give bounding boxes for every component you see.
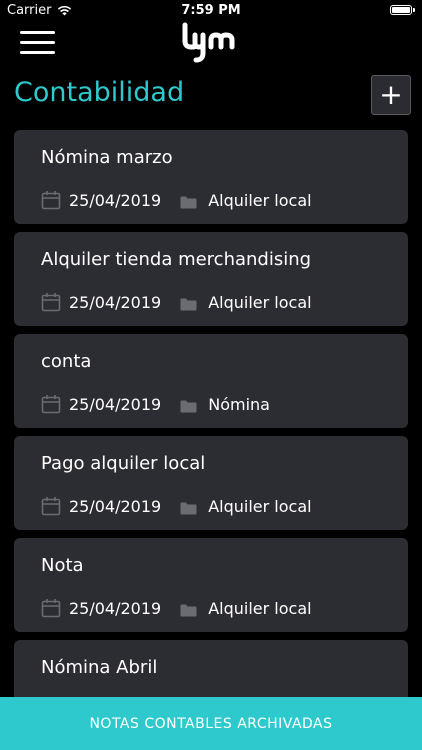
archived-notes-button[interactable]: NOTAS CONTABLES ARCHIVADAS: [0, 697, 422, 750]
menu-line: [20, 51, 55, 54]
note-meta: 25/04/2019 Alquiler local: [41, 190, 312, 210]
note-category: Alquiler local: [208, 292, 312, 312]
note-title: Nómina Abril: [41, 657, 158, 678]
note-title: Nota: [41, 555, 84, 576]
note-title: Nómina marzo: [41, 147, 173, 168]
calendar-icon: [41, 190, 61, 210]
calendar-icon: [41, 598, 61, 618]
folder-icon: [180, 194, 197, 208]
folder-icon: [180, 296, 197, 310]
note-card[interactable]: Nómina marzo 25/04/2019 Alquiler local: [14, 130, 408, 224]
menu-line: [20, 31, 55, 34]
note-card[interactable]: conta 25/04/2019 Nómina: [14, 334, 408, 428]
battery-icon: [390, 5, 415, 15]
note-date: 25/04/2019: [69, 292, 162, 312]
calendar-icon: [41, 496, 61, 516]
folder-icon: [180, 398, 197, 412]
note-category: Alquiler local: [208, 190, 312, 210]
note-category: Alquiler local: [208, 496, 312, 516]
note-meta: 25/04/2019 Nómina: [41, 394, 270, 414]
note-category: Nómina: [208, 394, 270, 414]
add-note-button[interactable]: +: [371, 75, 411, 115]
folder-icon: [180, 500, 197, 514]
note-category: Alquiler local: [208, 598, 312, 618]
lym-logo: lym: [182, 22, 235, 63]
note-date: 25/04/2019: [69, 394, 162, 414]
note-date: 25/04/2019: [69, 496, 162, 516]
note-meta: 25/04/2019 Alquiler local: [41, 496, 312, 516]
notes-list: Nómina marzo 25/04/2019 Alquiler local Alqu…: [14, 130, 408, 742]
note-date: 25/04/2019: [69, 598, 162, 618]
calendar-icon: [41, 394, 61, 414]
hamburger-menu-icon[interactable]: [20, 31, 55, 55]
status-time: 7:59 PM: [181, 3, 241, 18]
page-title: Contabilidad: [14, 77, 185, 108]
archived-notes-label: NOTAS CONTABLES ARCHIVADAS: [89, 715, 333, 732]
note-title: Pago alquiler local: [41, 453, 206, 474]
note-meta: 25/04/2019 Alquiler local: [41, 292, 312, 312]
note-meta: 25/04/2019 Alquiler local: [41, 598, 312, 618]
battery-level: [392, 7, 410, 13]
note-card[interactable]: Alquiler tienda merchandising 25/04/2019 A…: [14, 232, 408, 326]
menu-line: [20, 41, 55, 44]
folder-icon: [180, 602, 197, 616]
status-bar: Carrier 7:59 PM: [0, 0, 422, 22]
note-title: conta: [41, 351, 92, 372]
note-card[interactable]: Nota 25/04/2019 Alquiler local: [14, 538, 408, 632]
note-title: Alquiler tienda merchandising: [41, 249, 312, 270]
note-card[interactable]: Pago alquiler local 25/04/2019 Alquiler lo…: [14, 436, 408, 530]
calendar-icon: [41, 292, 61, 312]
note-date: 25/04/2019: [69, 190, 162, 210]
